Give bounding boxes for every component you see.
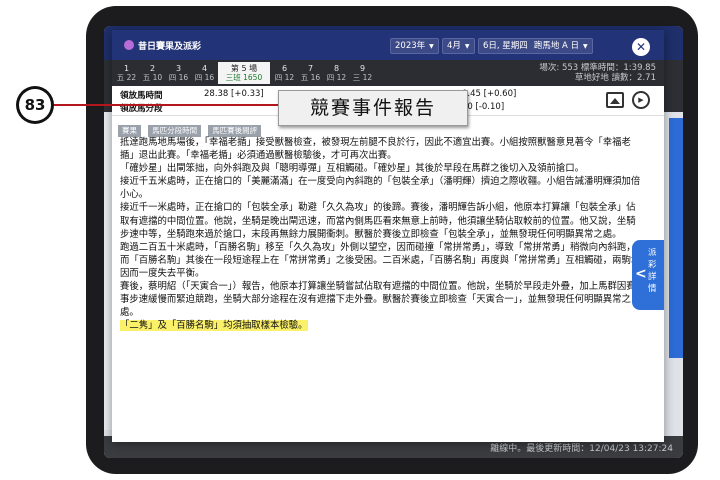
- month-select[interactable]: 4月 ▼: [442, 38, 475, 54]
- report-paragraph: 跑過二百五十米處時，「百勝名駒」移至「久久為攻」外側以望空，因而碰撞「常拼常勇」…: [120, 241, 641, 279]
- tab-race-class: 五 10: [142, 73, 163, 82]
- chevron-down-icon: ▼: [429, 43, 434, 50]
- stage: 離線中。最後更新時間：12/04/23 13:27:24 昔日賽果及派彩 202…: [0, 0, 720, 480]
- report-paragraph: 接近千五米處時，正在搶口的「美麗滿滿」在一度受向內斜跑的「包裝全承」（潘明輝）擠…: [120, 176, 641, 201]
- tab-race-5[interactable]: 第 5 場三班 1650: [218, 62, 270, 84]
- day-select[interactable]: 6日, 星期四 跑馬地 A 日 ▼: [478, 38, 593, 54]
- tab-race-number: 7: [307, 64, 314, 73]
- tab-race-number: 第 5 場: [230, 64, 258, 73]
- venue-value: 跑馬地 A 日: [533, 41, 580, 51]
- year-value: 2023年: [395, 41, 426, 51]
- payout-details-label: 派彩詳情: [648, 248, 657, 294]
- tab-race-1[interactable]: 1五 22: [114, 62, 139, 84]
- tab-race-number: 3: [175, 64, 182, 73]
- tab-race-class: 三 12: [352, 73, 373, 82]
- tab-race-class: 四 12: [326, 73, 347, 82]
- report-paragraph: 接近千一米處時，正在搶口的「包裝全承」勒避「久久為攻」的後蹄。賽後，潘明輝告訴小…: [120, 202, 636, 240]
- month-value: 4月: [447, 41, 461, 51]
- chevron-down-icon: ▼: [583, 43, 588, 50]
- race-stats-line2: 草地好地 讀數：2.71: [574, 73, 656, 83]
- tab-race-class: 五 16: [300, 73, 321, 82]
- chevron-left-icon: <: [635, 266, 647, 282]
- tab-race-class: 三班 1650: [225, 73, 263, 82]
- tab-race-6[interactable]: 6四 12: [272, 62, 297, 84]
- tab-race-number: 1: [123, 64, 130, 73]
- tab-race-number: 6: [281, 64, 288, 73]
- tab-race-3[interactable]: 3四 16: [166, 62, 191, 84]
- tab-race-number: 2: [149, 64, 156, 73]
- race-stats: 場次: 553 標準時間：1:39.85 草地好地 讀數：2.71: [539, 63, 656, 83]
- tab-race-number: 4: [201, 64, 208, 73]
- tab-race-4[interactable]: 4四 16: [192, 62, 217, 84]
- race-tabs: 1五 22 2五 10 3四 16 4四 16 第 5 場三班 1650 6四 …: [112, 60, 664, 86]
- payout-details-tab[interactable]: < 派彩詳情: [632, 240, 664, 310]
- leader-sectional-right: 60 [-0.10]: [462, 102, 505, 112]
- callout-leader-line: [54, 104, 278, 106]
- tab-race-9[interactable]: 9三 12: [350, 62, 375, 84]
- tab-race-class: 五 22: [116, 73, 137, 82]
- footer-status: 離線中。最後更新時間：12/04/23 13:27:24: [490, 444, 673, 454]
- report-paragraph: 賽後，蔡明紹（「天寅合一」）報告，他原本打算讓坐騎嘗試佔取有遮擋的中間位置。他說…: [120, 281, 636, 319]
- tab-race-8[interactable]: 8四 12: [324, 62, 349, 84]
- callout-number-badge: 83: [19, 89, 51, 121]
- report-highlight: 「二隽」及「百勝名駒」均須抽取樣本檢驗。: [120, 320, 308, 332]
- app-logo-icon: [124, 40, 134, 50]
- video-play-icon[interactable]: ▶: [632, 91, 650, 109]
- modal-header: 昔日賽果及派彩 2023年 ▼ 4月 ▼ 6日, 星期四 跑馬地 A 日 ▼ ✕: [112, 30, 664, 60]
- chevron-down-icon: ▼: [464, 43, 470, 50]
- tab-race-number: 9: [359, 64, 366, 73]
- report-paragraph: 抵達跑馬地馬場後，「幸福老揗」接受獸醫檢查，被發現左前腿不良於行，因此不適宜出賽…: [120, 137, 631, 162]
- leader-time-right: 0.45 [+0.60]: [462, 89, 517, 99]
- tab-race-7[interactable]: 7五 16: [298, 62, 323, 84]
- race-incident-report: 抵達跑馬地馬場後，「幸福老揗」接受獸醫檢查，被發現左前腿不良於行，因此不適宜出賽…: [120, 136, 642, 332]
- close-button[interactable]: ✕: [632, 38, 650, 56]
- photo-icon[interactable]: [606, 92, 624, 108]
- modal-title: 昔日賽果及派彩: [138, 42, 202, 52]
- callout-label: 競賽事件報告: [278, 90, 468, 126]
- tab-race-number: 8: [333, 64, 340, 73]
- sub-tabs: 賽果 馬匹分段時間 馬匹賽後閱評: [118, 118, 263, 137]
- tab-race-class: 四 12: [274, 73, 295, 82]
- tab-race-2[interactable]: 2五 10: [140, 62, 165, 84]
- bg-right-strip: [669, 118, 683, 358]
- day-value: 6日, 星期四: [483, 41, 528, 51]
- tab-race-class: 四 16: [168, 73, 189, 82]
- tab-race-class: 四 16: [194, 73, 215, 82]
- report-paragraph: 「確妙星」出閘笨拙，向外斜跑及與「聰明導彈」互相觸碰。「確妙星」其後於早段在馬群…: [120, 163, 585, 175]
- leader-time-value: 28.38 [+0.33]: [204, 89, 264, 99]
- race-stats-line1: 場次: 553 標準時間：1:39.85: [539, 63, 656, 73]
- year-select[interactable]: 2023年 ▼: [390, 38, 439, 54]
- leader-time-label: 領放馬時間: [120, 91, 163, 101]
